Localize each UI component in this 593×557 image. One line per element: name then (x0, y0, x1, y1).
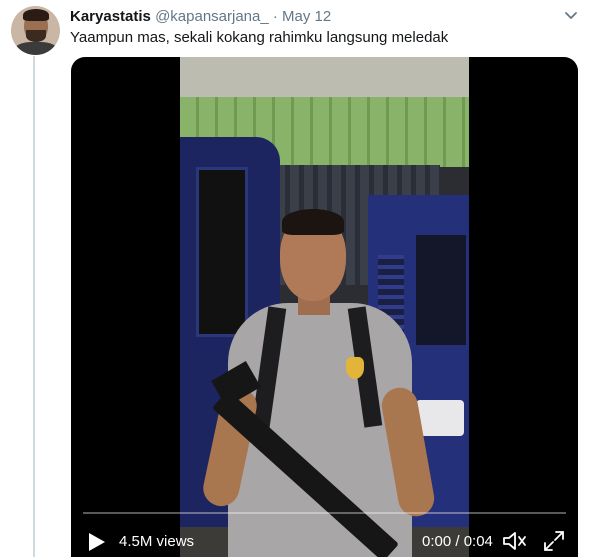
volume-icon[interactable] (501, 529, 527, 553)
user-handle[interactable]: @kapansarjana_ (155, 8, 269, 25)
avatar[interactable] (11, 6, 60, 55)
play-icon[interactable] (85, 531, 107, 553)
thread-line (33, 56, 35, 557)
video-frame[interactable] (180, 57, 469, 557)
scene-shirt-badge (346, 357, 364, 379)
avatar-beard (26, 30, 46, 42)
avatar-shoulders (14, 42, 58, 55)
tweet-header: Karyastatis @kapansarjana_ · May 12 (70, 7, 331, 26)
scene-truck-window (196, 167, 248, 337)
scene-truck-windshield (416, 235, 466, 345)
avatar-hair (23, 9, 49, 21)
tweet-text: Yaampun mas, sekali kokang rahimku langs… (70, 29, 449, 46)
chevron-down-icon[interactable] (563, 9, 579, 23)
scene-ceiling (180, 57, 469, 101)
separator-dot: · (272, 8, 278, 25)
time-display: 0:00 / 0:04 (422, 533, 493, 550)
video-player[interactable]: 4.5M views 0:00 / 0:04 (71, 57, 578, 557)
progress-bar[interactable] (83, 512, 566, 514)
display-name[interactable]: Karyastatis (70, 8, 151, 25)
tweet-date[interactable]: May 12 (282, 8, 331, 25)
view-count: 4.5M views (119, 533, 195, 550)
fullscreen-icon[interactable] (542, 529, 566, 553)
scene-truck-headlight (416, 400, 464, 436)
scene-person-hair (282, 209, 344, 235)
